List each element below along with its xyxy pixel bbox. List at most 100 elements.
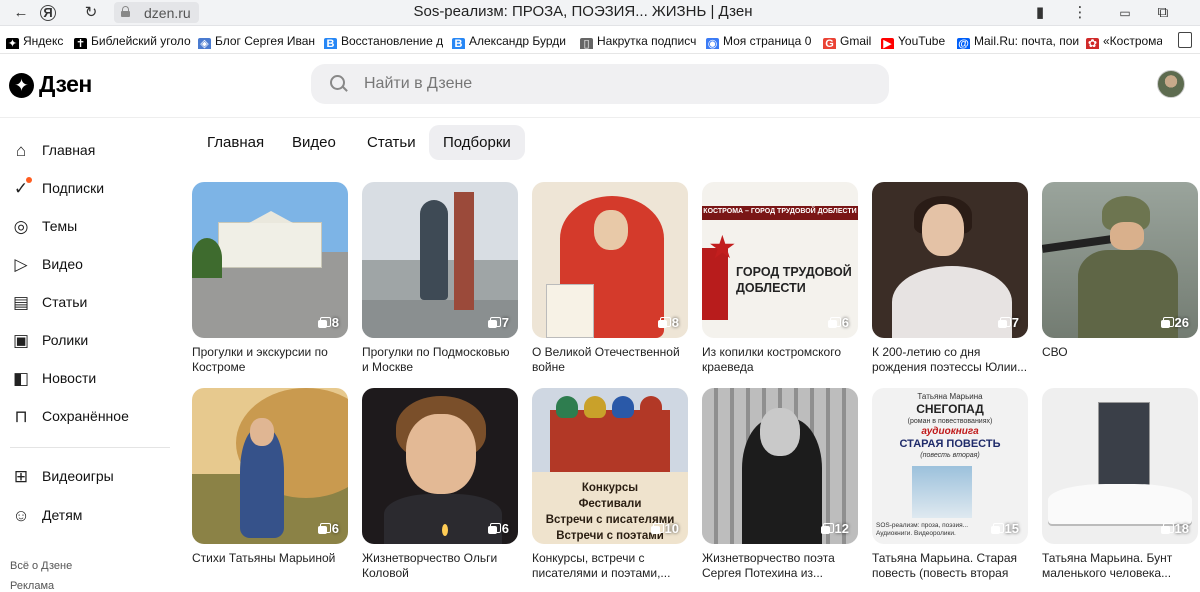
collection-thumbnail[interactable]: КОСТРОМА – ГОРОД ТРУДОВОЙ ДОБЛЕСТИ ★ ГОРОД… — [702, 182, 858, 338]
collection-thumbnail[interactable]: 8 — [532, 182, 688, 338]
flower-icon: ✿ — [1086, 38, 1099, 49]
collection-title[interactable]: Конкурсы, встречи с писателями и поэтами… — [532, 551, 688, 581]
collection-thumbnail[interactable]: 18 — [1042, 388, 1198, 544]
collection-thumbnail[interactable]: 26 — [1042, 182, 1198, 338]
bookmark-item[interactable]: ◈ Блог Сергея Иван — [198, 33, 318, 49]
sidebar-item-label: Детям — [42, 507, 83, 523]
battery-icon: ▭ — [1119, 6, 1131, 20]
bookmarks-bar: ✦ Яндекс ✝ Библейский уголо ◈ Блог Сергея Ива… — [0, 27, 1200, 54]
portrait-face — [406, 414, 476, 494]
collection-thumbnail[interactable]: Конкурсы Фестивали Встречи с писателями Вст… — [532, 388, 688, 544]
sidebar-extra-0[interactable]: ⊞ Видеоигры — [10, 465, 180, 489]
man-face — [760, 408, 800, 456]
tab-3[interactable]: Подборки — [429, 125, 525, 160]
collection-thumbnail[interactable]: 6 — [362, 388, 518, 544]
bookmark-item[interactable]: ◉ Моя страница 0 — [706, 33, 816, 49]
collection-title[interactable]: СВО — [1042, 345, 1198, 375]
sidebar-item-1[interactable]: ✓ Подписки — [10, 177, 180, 201]
bookmark-item[interactable]: ✝ Библейский уголо — [74, 33, 192, 49]
video-icon: ▷ — [14, 255, 28, 274]
bookmark-page-icon[interactable]: ▮ — [1031, 4, 1049, 22]
extensions-icon[interactable]: ⧉ — [1154, 4, 1172, 22]
collection-title[interactable]: Жизнетворчество Ольги Коловой — [362, 551, 518, 581]
bookmark-item[interactable]: G Gmail — [823, 33, 875, 49]
sidebar-extra-1[interactable]: ☺ Детям — [10, 504, 180, 528]
bookmarks-more-icon[interactable] — [1178, 32, 1192, 48]
collection-thumbnail[interactable]: 7 — [872, 182, 1028, 338]
sidebar-item-label: Главная — [42, 142, 96, 158]
kids-icon: ☺ — [12, 506, 30, 525]
stack-icon — [1160, 523, 1174, 534]
collection-title[interactable]: О Великой Отечественной войне — [532, 345, 688, 375]
item-count-badge: 6 — [317, 521, 339, 537]
collection-title[interactable]: Прогулки и экскурсии по Костроме — [192, 345, 348, 375]
stack-icon — [487, 523, 501, 534]
sidebar-item-label: Новости — [42, 370, 97, 386]
sidebar-item-0[interactable]: ⌂ Главная — [10, 139, 180, 163]
book-kind: аудиокнига — [921, 426, 979, 437]
logo-text: Дзен — [39, 71, 92, 97]
bookmark-label: Восстановление д — [341, 34, 444, 48]
collection-title[interactable]: Из копилки костромского краеведа — [702, 345, 858, 375]
collection-title[interactable]: Прогулки по Подмосковью и Москве — [362, 345, 518, 375]
band-text: КОСТРОМА – ГОРОД ТРУДОВОЙ ДОБЛЕСТИ — [703, 208, 857, 215]
item-count-badge: 6 — [487, 521, 509, 537]
item-count: 12 — [834, 521, 849, 536]
collection-thumbnail[interactable]: Татьяна Марьина СНЕГОПАД (роман в повество… — [872, 388, 1028, 544]
collection-title[interactable]: Жизнетворчество поэта Сергея Потехина из… — [702, 551, 858, 581]
tab-2[interactable]: Статьи — [353, 125, 430, 160]
collection-thumbnail[interactable]: 8 — [192, 182, 348, 338]
bookmark-item[interactable]: ▯ Накрутка подписч — [580, 33, 700, 49]
user-avatar[interactable] — [1157, 70, 1185, 98]
collection-thumbnail[interactable]: 7 — [362, 182, 518, 338]
stack-icon — [657, 317, 671, 328]
bookmark-item[interactable]: ▶ YouTube — [881, 33, 951, 49]
notification-dot — [26, 177, 32, 183]
portrait-face — [922, 204, 964, 256]
stack-icon — [487, 317, 501, 328]
big-title: ГОРОД ТРУДОВОЙ ДОБЛЕСТИ — [736, 265, 852, 295]
bookmark-label: Gmail — [840, 34, 872, 48]
sidebar-item-4[interactable]: ▤ Статьи — [10, 291, 180, 315]
candle-flame — [442, 524, 448, 536]
bookmark-item[interactable]: В Восстановление д — [324, 33, 446, 49]
item-count: 8 — [671, 315, 679, 330]
search-box[interactable]: Найти в Дзене — [311, 64, 889, 104]
item-count-badge: 8 — [317, 315, 339, 331]
collection-title[interactable]: Татьяна Марьина. Бунт маленького человек… — [1042, 551, 1198, 581]
bookmark-item[interactable]: В Александр Бурди — [452, 33, 574, 49]
item-count: 18 — [1174, 521, 1189, 536]
yandex-icon: ✦ — [6, 38, 19, 49]
vk-icon: В — [452, 38, 465, 49]
site-header: Дзен Найти в Дзене — [0, 55, 1200, 117]
sidebar-item-3[interactable]: ▷ Видео — [10, 253, 180, 277]
tab-0[interactable]: Главная — [193, 125, 278, 160]
sidebar-item-6[interactable]: ◧ Новости — [10, 367, 180, 391]
sidebar-footer-link[interactable]: Реклама — [10, 580, 54, 592]
body-shape — [384, 494, 502, 544]
collection-title[interactable]: К 200-летию со дня рождения поэтессы Юли… — [872, 345, 1028, 375]
collection-thumbnail[interactable]: 6 — [192, 388, 348, 544]
bookmark-item[interactable]: ✿ «Кострома — [1086, 33, 1162, 49]
sidebar-item-7[interactable]: ⊓ Сохранённое — [10, 405, 180, 429]
menu-dots-icon[interactable]: ⋮ — [1071, 4, 1089, 22]
collection-title[interactable]: Татьяна Марьина. Старая повесть (повесть… — [872, 551, 1028, 581]
item-count-badge: 7 — [487, 315, 509, 331]
collection-thumbnail[interactable]: 12 — [702, 388, 858, 544]
sidebar-item-5[interactable]: ▣ Ролики — [10, 329, 180, 353]
bookmark-item[interactable]: ✦ Яндекс — [6, 33, 66, 49]
bookmark-item[interactable]: @ Mail.Ru: почта, пои — [957, 33, 1079, 49]
dome-shape — [584, 396, 606, 418]
book-subtitle-2: (повесть вторая) — [920, 452, 980, 459]
bookmark-label: Моя страница 0 — [723, 34, 812, 48]
bookmark-label: Накрутка подписч — [597, 34, 697, 48]
stack-icon — [827, 317, 841, 328]
sidebar-item-2[interactable]: ◎ Темы — [10, 215, 180, 239]
dome-shape — [640, 396, 662, 418]
contest-line: Конкурсы — [581, 482, 639, 494]
tab-1[interactable]: Видео — [278, 125, 350, 160]
dress-shape — [892, 266, 1012, 338]
collection-title[interactable]: Стихи Татьяны Марьиной — [192, 551, 348, 581]
stack-icon — [990, 523, 1004, 534]
sidebar-footer-link[interactable]: Всё о Дзене — [10, 560, 72, 572]
